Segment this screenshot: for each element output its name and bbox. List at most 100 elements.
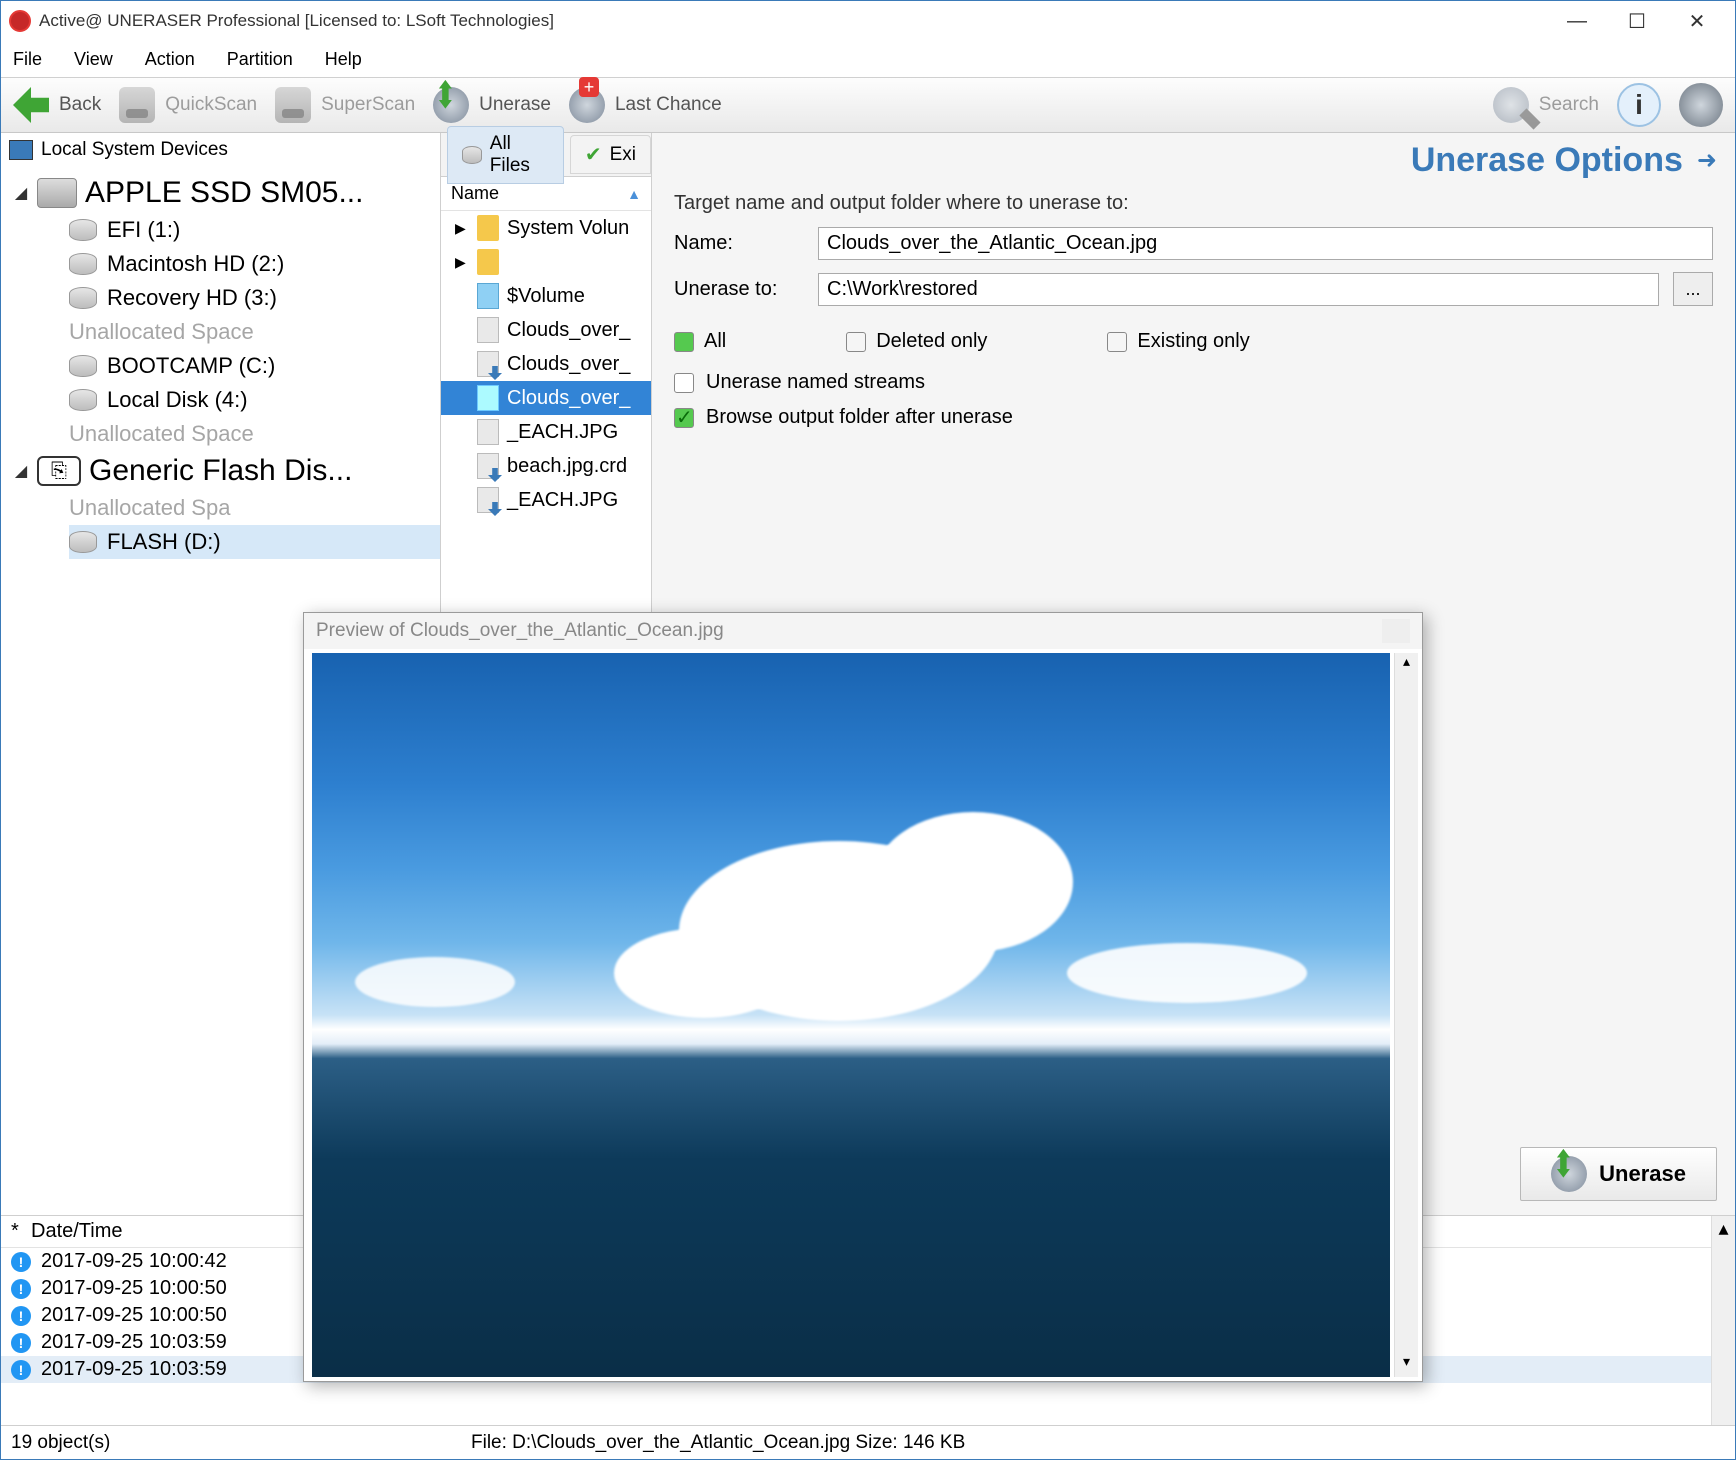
- window-title: Active@ UNERASER Professional [Licensed …: [39, 11, 554, 31]
- partition-flash-d[interactable]: FLASH (D:): [69, 525, 440, 559]
- name-label: Name:: [674, 232, 804, 255]
- volume-icon: [69, 253, 97, 275]
- back-button[interactable]: Back: [13, 87, 101, 123]
- tab-all-files[interactable]: All Files: [447, 126, 564, 184]
- file-icon: [477, 453, 499, 479]
- disk-apple-ssd[interactable]: ◢ APPLE SSD SM05...: [13, 173, 440, 213]
- file-icon: [477, 283, 499, 309]
- preview-window[interactable]: Preview of Clouds_over_the_Atlantic_Ocea…: [303, 612, 1423, 1382]
- search-button[interactable]: Search: [1493, 87, 1599, 123]
- partition-unallocated[interactable]: Unallocated Space: [69, 417, 440, 451]
- file-row[interactable]: _EACH.JPG: [441, 415, 651, 449]
- browse-button[interactable]: ...: [1673, 272, 1713, 306]
- radio-icon: [846, 332, 866, 352]
- check-icon: ✔: [585, 142, 602, 167]
- tab-existing[interactable]: ✔Exi: [570, 135, 651, 174]
- log-time: 2017-09-25 10:03:59: [41, 1331, 227, 1354]
- quickscan-icon: [119, 87, 155, 123]
- log-scrollbar[interactable]: ▴: [1711, 1216, 1735, 1425]
- menu-file[interactable]: File: [13, 49, 42, 70]
- partition-bootcamp[interactable]: BOOTCAMP (C:): [69, 349, 440, 383]
- app-icon: [9, 10, 31, 32]
- unerase-to-input[interactable]: [818, 273, 1659, 306]
- menu-view[interactable]: View: [74, 49, 113, 70]
- info-button[interactable]: i: [1617, 83, 1661, 127]
- partition-macintosh-hd[interactable]: Macintosh HD (2:): [69, 247, 440, 281]
- filter-existing-radio[interactable]: Existing only: [1107, 330, 1249, 353]
- options-description: Target name and output folder where to u…: [652, 182, 1735, 221]
- file-row[interactable]: Clouds_over_: [441, 347, 651, 381]
- file-row[interactable]: Clouds_over_: [441, 313, 651, 347]
- expand-icon[interactable]: ◢: [13, 183, 29, 203]
- volume-icon: [69, 287, 97, 309]
- file-label: _EACH.JPG: [507, 489, 618, 512]
- unerase-action-button[interactable]: Unerase: [1520, 1147, 1717, 1201]
- maximize-button[interactable]: ☐: [1607, 3, 1667, 39]
- file-row[interactable]: Clouds_over_: [441, 381, 651, 415]
- settings-button[interactable]: [1679, 83, 1723, 127]
- file-label: Clouds_over_: [507, 387, 630, 410]
- options-heading: Unerase Options: [1411, 141, 1683, 180]
- partition-recovery-hd[interactable]: Recovery HD (3:): [69, 281, 440, 315]
- partition-unallocated[interactable]: Unallocated Spa: [69, 491, 440, 525]
- menu-help[interactable]: Help: [325, 49, 362, 70]
- check-browse-after[interactable]: Browse output folder after unerase: [674, 400, 1713, 435]
- partition-local-disk[interactable]: Local Disk (4:): [69, 383, 440, 417]
- expand-icon[interactable]: ▶: [455, 254, 469, 271]
- check-named-streams[interactable]: Unerase named streams: [674, 365, 1713, 400]
- preview-scrollbar[interactable]: ▴▾: [1394, 653, 1418, 1377]
- back-icon: [13, 87, 49, 123]
- name-input[interactable]: [818, 227, 1713, 260]
- minimize-button[interactable]: —: [1547, 3, 1607, 39]
- info-icon: !: [11, 1306, 31, 1326]
- file-row[interactable]: beach.jpg.crd: [441, 449, 651, 483]
- file-icon: [477, 487, 499, 513]
- file-row[interactable]: _EACH.JPG: [441, 483, 651, 517]
- disk-generic-flash[interactable]: ◢ ⎘ Generic Flash Dis...: [13, 451, 440, 491]
- unerase-button[interactable]: Unerase: [433, 87, 551, 123]
- partition-unallocated[interactable]: Unallocated Space: [69, 315, 440, 349]
- unerase-icon: [1551, 1156, 1587, 1192]
- volume-icon: [69, 389, 97, 411]
- file-icon: [477, 351, 499, 377]
- partition-efi[interactable]: EFI (1:): [69, 213, 440, 247]
- disk-icon: [37, 178, 77, 208]
- file-label: Clouds_over_: [507, 353, 630, 376]
- quickscan-button[interactable]: QuickScan: [119, 87, 257, 123]
- superscan-button[interactable]: SuperScan: [275, 87, 415, 123]
- file-icon: [477, 215, 499, 241]
- volume-icon: [69, 355, 97, 377]
- expand-icon[interactable]: ▶: [455, 220, 469, 237]
- sidebar-header: Local System Devices: [1, 133, 440, 167]
- file-icon: [477, 419, 499, 445]
- close-button[interactable]: ✕: [1667, 3, 1727, 39]
- log-time: 2017-09-25 10:00:50: [41, 1304, 227, 1327]
- lastchance-button[interactable]: Last Chance: [569, 87, 722, 123]
- filter-all-radio[interactable]: All: [674, 330, 726, 353]
- menu-action[interactable]: Action: [145, 49, 195, 70]
- column-name-header[interactable]: Name ▲: [441, 177, 651, 211]
- file-row[interactable]: ▶ System Volun: [441, 211, 651, 245]
- menubar: File View Action Partition Help: [1, 41, 1735, 77]
- log-col-datetime[interactable]: Date/Time: [31, 1220, 123, 1243]
- file-icon: [477, 385, 499, 411]
- file-row[interactable]: ▶: [441, 245, 651, 279]
- info-icon: !: [11, 1360, 31, 1380]
- file-label: beach.jpg.crd: [507, 455, 627, 478]
- log-time: 2017-09-25 10:03:59: [41, 1358, 227, 1381]
- file-label: $Volume: [507, 285, 585, 308]
- expand-icon[interactable]: ◢: [13, 461, 29, 481]
- menu-partition[interactable]: Partition: [227, 49, 293, 70]
- next-arrow-icon[interactable]: ➜: [1697, 146, 1717, 175]
- status-objects: 19 object(s): [11, 1432, 431, 1454]
- info-icon: !: [11, 1252, 31, 1272]
- statusbar: 19 object(s) File: D:\Clouds_over_the_At…: [1, 1425, 1735, 1459]
- file-label: _EACH.JPG: [507, 421, 618, 444]
- file-label: System Volun: [507, 217, 629, 240]
- preview-close-button[interactable]: [1382, 619, 1410, 643]
- monitor-icon: [9, 140, 33, 160]
- info-icon: !: [11, 1279, 31, 1299]
- file-row[interactable]: $Volume: [441, 279, 651, 313]
- status-file: File: D:\Clouds_over_the_Atlantic_Ocean.…: [471, 1432, 965, 1454]
- filter-deleted-radio[interactable]: Deleted only: [846, 330, 987, 353]
